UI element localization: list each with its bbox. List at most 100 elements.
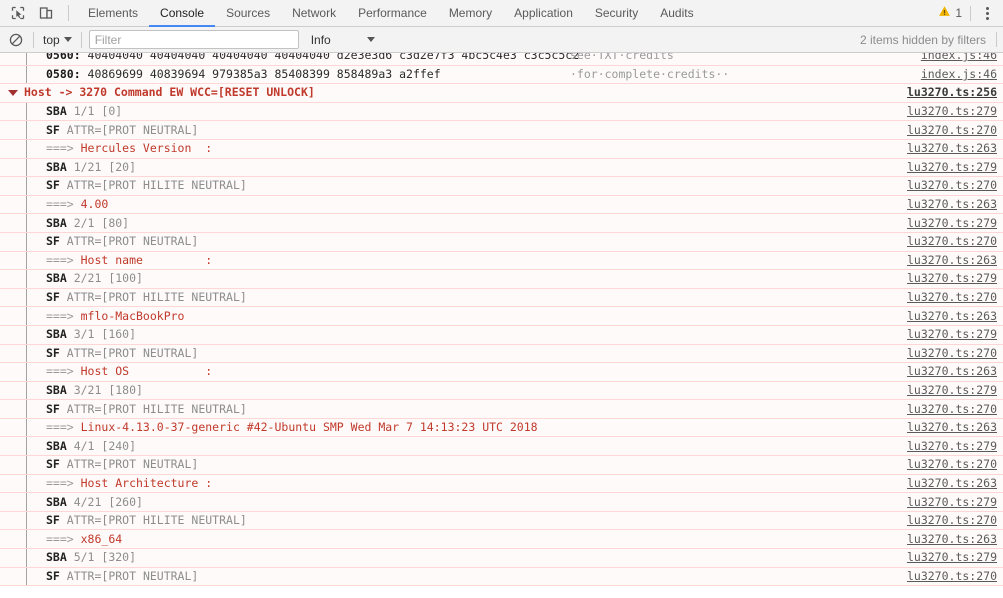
source-location-link[interactable]: lu3270.ts:279 — [897, 326, 1003, 343]
order-keyword: SBA — [46, 271, 74, 286]
console-row-order[interactable]: SBA 2/1 [80] lu3270.ts:279 — [0, 214, 1003, 233]
console-message-text: SBA 4/1 [240] — [4, 438, 897, 455]
tab-application[interactable]: Application — [503, 0, 584, 27]
source-location-link[interactable]: lu3270.ts:279 — [897, 382, 1003, 399]
source-location-link[interactable]: lu3270.ts:270 — [897, 512, 1003, 529]
tab-network[interactable]: Network — [281, 0, 347, 27]
warning-triangle-icon — [938, 5, 951, 21]
console-row-order[interactable]: SF ATTR=[PROT NEUTRAL] lu3270.ts:270 — [0, 567, 1003, 587]
source-location-link[interactable]: lu3270.ts:263 — [897, 531, 1003, 548]
field-value: mflo-MacBookPro — [80, 308, 185, 323]
console-row-order[interactable]: SF ATTR=[PROT NEUTRAL] lu3270.ts:270 — [0, 232, 1003, 252]
source-location-link[interactable]: lu3270.ts:263 — [897, 363, 1003, 380]
source-location-link[interactable]: lu3270.ts:270 — [897, 122, 1003, 139]
clear-console-icon[interactable] — [6, 30, 26, 50]
toolbar-divider-1 — [33, 31, 34, 48]
source-location-link[interactable]: index.js:46 — [911, 53, 1003, 64]
console-message-list[interactable]: 0560: 40404040 40404040 40404040 4040404… — [0, 53, 1003, 598]
source-location-link[interactable]: lu3270.ts:263 — [897, 140, 1003, 157]
field-arrow: ===> — [46, 308, 81, 323]
source-location-link[interactable]: lu3270.ts:279 — [897, 549, 1003, 566]
source-location-link[interactable]: index.js:46 — [911, 66, 1003, 83]
source-location-link[interactable]: lu3270.ts:263 — [897, 419, 1003, 436]
filter-input[interactable] — [88, 30, 299, 49]
console-row-field[interactable]: ===> mflo-MacBookPro lu3270.ts:263 — [0, 307, 1003, 326]
console-row-order[interactable]: SF ATTR=[PROT HILITE NEUTRAL] lu3270.ts:2… — [0, 400, 1003, 419]
source-location-link[interactable]: lu3270.ts:279 — [897, 103, 1003, 120]
source-location-link[interactable]: lu3270.ts:270 — [897, 233, 1003, 250]
field-arrow: ===> — [46, 252, 81, 267]
console-row-hexdump[interactable]: 0560: 40404040 40404040 40404040 4040404… — [0, 53, 1003, 66]
console-row-order[interactable]: SF ATTR=[PROT NEUTRAL] lu3270.ts:270 — [0, 121, 1003, 140]
console-row-order[interactable]: SF ATTR=[PROT NEUTRAL] lu3270.ts:270 — [0, 456, 1003, 475]
console-row-order[interactable]: SF ATTR=[PROT HILITE NEUTRAL] lu3270.ts:2… — [0, 288, 1003, 308]
source-location-link[interactable]: lu3270.ts:279 — [897, 270, 1003, 287]
tab-security[interactable]: Security — [584, 0, 649, 27]
order-keyword: SF — [46, 234, 67, 249]
source-location-link[interactable]: lu3270.ts:270 — [897, 568, 1003, 585]
console-row-order[interactable]: SBA 4/21 [260] lu3270.ts:279 — [0, 493, 1003, 512]
console-row-order[interactable]: SF ATTR=[PROT HILITE NEUTRAL] lu3270.ts:2… — [0, 177, 1003, 196]
source-location-link[interactable]: lu3270.ts:263 — [897, 475, 1003, 492]
source-location-link[interactable]: lu3270.ts:270 — [897, 345, 1003, 362]
console-row-order[interactable]: SBA 3/1 [160] lu3270.ts:279 — [0, 325, 1003, 345]
warning-count-badge[interactable]: 1 — [936, 5, 968, 21]
source-location-link[interactable]: lu3270.ts:270 — [897, 401, 1003, 418]
console-row-order[interactable]: SBA 3/21 [180] lu3270.ts:279 — [0, 381, 1003, 401]
console-row-field[interactable]: ===> Host Architecture : lu3270.ts:263 — [0, 474, 1003, 494]
order-keyword: SBA — [46, 104, 74, 119]
kebab-menu-icon[interactable] — [976, 2, 998, 24]
console-row-order[interactable]: SF ATTR=[PROT HILITE NEUTRAL] lu3270.ts:2… — [0, 511, 1003, 531]
source-location-link[interactable]: lu3270.ts:263 — [897, 308, 1003, 325]
console-toolbar: top Info 2 items hidden by filters — [0, 27, 1003, 53]
tab-label: Application — [514, 5, 573, 20]
execution-context-selector[interactable]: top — [41, 33, 74, 47]
console-row-field[interactable]: ===> Host OS : lu3270.ts:263 — [0, 363, 1003, 382]
order-keyword: SF — [46, 290, 67, 305]
console-row-field[interactable]: ===> Linux-4.13.0-37-generic #42-Ubuntu … — [0, 418, 1003, 438]
disclosure-triangle-icon[interactable] — [8, 89, 18, 96]
order-value: 4/1 [240] — [73, 438, 137, 453]
console-row-order[interactable]: SBA 4/1 [240] lu3270.ts:279 — [0, 437, 1003, 457]
source-location-link[interactable]: lu3270.ts:263 — [897, 196, 1003, 213]
console-row-field[interactable]: ===> Host name : lu3270.ts:263 — [0, 251, 1003, 271]
source-location-link[interactable]: lu3270.ts:270 — [897, 456, 1003, 473]
tab-memory[interactable]: Memory — [438, 0, 503, 27]
order-value: 2/1 [80] — [73, 215, 130, 230]
order-keyword: SF — [46, 401, 67, 416]
console-group-header[interactable]: Host -> 3270 Command EW WCC=[RESET UNLOC… — [0, 84, 1003, 103]
console-row-order[interactable]: SBA 5/1 [320] lu3270.ts:279 — [0, 549, 1003, 568]
console-row-field[interactable]: ===> x86_64 lu3270.ts:263 — [0, 530, 1003, 550]
tab-elements[interactable]: Elements — [77, 0, 149, 27]
order-value: ATTR=[PROT HILITE NEUTRAL] — [66, 178, 247, 193]
source-location-link[interactable]: lu3270.ts:279 — [897, 438, 1003, 455]
inspect-element-icon[interactable] — [7, 2, 29, 24]
hexdump-bytes: 40404040 40404040 40404040 40404040 d2e3… — [87, 53, 580, 63]
console-row-order[interactable]: SF ATTR=[PROT NEUTRAL] lu3270.ts:270 — [0, 344, 1003, 364]
console-message-text: ===> Host name : — [4, 252, 897, 269]
console-message-text: SBA 1/1 [0] — [4, 103, 897, 120]
console-row-field[interactable]: ===> Hercules Version : lu3270.ts:263 — [0, 139, 1003, 159]
tab-sources[interactable]: Sources — [215, 0, 281, 27]
source-location-link[interactable]: lu3270.ts:279 — [897, 494, 1003, 511]
source-location-link[interactable]: lu3270.ts:279 — [897, 215, 1003, 232]
source-location-link[interactable]: lu3270.ts:256 — [897, 84, 1003, 101]
source-location-link[interactable]: lu3270.ts:270 — [897, 177, 1003, 194]
console-message-text: ===> mflo-MacBookPro — [4, 308, 897, 325]
source-location-link[interactable]: lu3270.ts:270 — [897, 289, 1003, 306]
console-row-order[interactable]: SBA 1/1 [0] lu3270.ts:279 — [0, 102, 1003, 122]
order-keyword: SF — [46, 568, 67, 583]
log-level-selector[interactable]: Info — [311, 33, 375, 47]
order-keyword: SF — [46, 178, 67, 193]
console-row-order[interactable]: SBA 1/21 [20] lu3270.ts:279 — [0, 158, 1003, 178]
tab-console[interactable]: Console — [149, 0, 216, 27]
console-row-hexdump[interactable]: 0580: 40869699 40839694 979385a3 8540839… — [0, 65, 1003, 85]
source-location-link[interactable]: lu3270.ts:263 — [897, 252, 1003, 269]
tab-performance[interactable]: Performance — [347, 0, 438, 27]
device-toolbar-icon[interactable] — [35, 2, 57, 24]
console-message-text: SF ATTR=[PROT HILITE NEUTRAL] — [4, 177, 897, 194]
source-location-link[interactable]: lu3270.ts:279 — [897, 159, 1003, 176]
tab-audits[interactable]: Audits — [649, 0, 704, 27]
console-row-order[interactable]: SBA 2/21 [100] lu3270.ts:279 — [0, 270, 1003, 289]
console-row-field[interactable]: ===> 4.00 lu3270.ts:263 — [0, 195, 1003, 215]
